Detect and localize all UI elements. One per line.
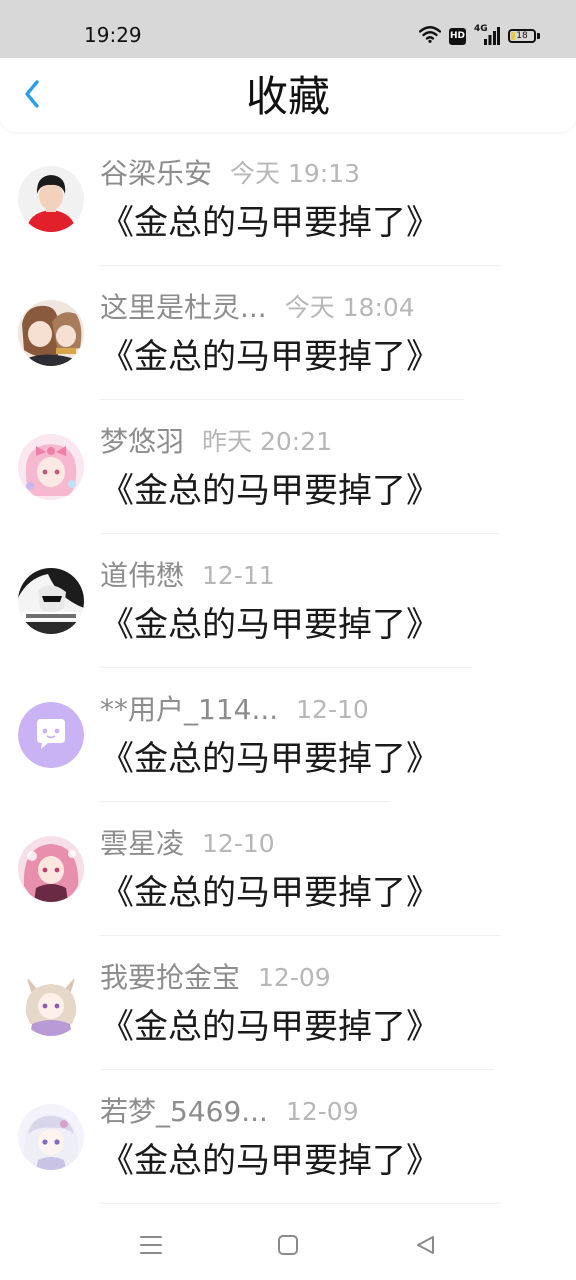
book-title[interactable]: 《金总的马甲要掉了》 (100, 604, 440, 646)
status-bar: 19:29 HD 4G 18 (0, 0, 576, 58)
nickname: **用户_114... (100, 693, 279, 726)
timestamp: 今天 18:04 (284, 293, 415, 322)
avatar[interactable] (18, 434, 84, 500)
item-meta: 谷梁乐安 今天 19:13 (100, 156, 360, 192)
book-title[interactable]: 《金总的马甲要掉了》 (100, 872, 440, 914)
favorites-list: 谷梁乐安 今天 19:13 《金总的马甲要掉了》 这里是杜灵... 今天 18:… (0, 132, 576, 1204)
signal-icon: 4G (474, 24, 500, 46)
book-title[interactable]: 《金总的马甲要掉了》 (100, 1006, 440, 1048)
item-meta: 梦悠羽 昨天 20:21 (100, 424, 332, 460)
battery-level: 18 (516, 31, 528, 41)
avatar[interactable] (18, 166, 84, 232)
navigation-bar (0, 1214, 576, 1280)
item-meta: **用户_114... 12-10 (100, 692, 369, 728)
header: 收藏 (0, 58, 576, 132)
wifi-icon (418, 25, 442, 47)
status-time: 19:29 (84, 23, 142, 47)
menu-button[interactable] (136, 1232, 166, 1262)
avatar[interactable] (18, 300, 84, 366)
list-item[interactable]: **用户_114... 12-10 《金总的马甲要掉了》 (0, 668, 576, 802)
avatar[interactable] (18, 836, 84, 902)
list-item[interactable]: 若梦_5469... 12-09 《金总的马甲要掉了》 (0, 1070, 576, 1204)
item-meta: 雲星凌 12-10 (100, 826, 275, 862)
list-item[interactable]: 谷梁乐安 今天 19:13 《金总的马甲要掉了》 (0, 132, 576, 266)
battery-fill (511, 32, 515, 40)
list-item[interactable]: 道伟懋 12-11 《金总的马甲要掉了》 (0, 534, 576, 668)
nickname: 谷梁乐安 (100, 157, 213, 190)
list-item[interactable]: 我要抢金宝 12-09 《金总的马甲要掉了》 (0, 936, 576, 1070)
book-title[interactable]: 《金总的马甲要掉了》 (100, 1140, 440, 1182)
nickname: 梦悠羽 (100, 425, 185, 458)
item-meta: 若梦_5469... 12-09 (100, 1094, 359, 1130)
home-button[interactable] (273, 1232, 303, 1262)
book-title[interactable]: 《金总的马甲要掉了》 (100, 202, 440, 244)
home-square-icon (277, 1234, 299, 1260)
book-title[interactable]: 《金总的马甲要掉了》 (100, 470, 440, 512)
book-title[interactable]: 《金总的马甲要掉了》 (100, 336, 440, 378)
timestamp: 12-09 (285, 1097, 359, 1126)
nickname: 这里是杜灵... (100, 291, 267, 324)
avatar[interactable] (18, 702, 84, 768)
item-meta: 我要抢金宝 12-09 (100, 960, 331, 996)
battery-icon: 18 (508, 29, 536, 43)
list-item[interactable]: 雲星凌 12-10 《金总的马甲要掉了》 (0, 802, 576, 936)
battery-tip (537, 33, 540, 39)
hd-icon: HD (449, 27, 466, 45)
status-icons: HD 4G 18 (418, 24, 540, 48)
back-triangle-icon (414, 1234, 436, 1260)
timestamp: 12-11 (202, 561, 275, 590)
nickname: 若梦_5469... (100, 1095, 268, 1128)
timestamp: 12-10 (296, 695, 369, 724)
page-title: 收藏 (245, 72, 330, 121)
item-meta: 道伟懋 12-11 (100, 558, 275, 594)
timestamp: 12-09 (258, 963, 331, 992)
nickname: 我要抢金宝 (100, 961, 241, 994)
list-item[interactable]: 梦悠羽 昨天 20:21 《金总的马甲要掉了》 (0, 400, 576, 534)
favorites-screen: 19:29 HD 4G 18 收藏 谷梁乐安 今天 19:13 《金总的马甲要掉… (0, 0, 576, 1280)
timestamp: 12-10 (202, 829, 275, 858)
timestamp: 今天 19:13 (230, 159, 361, 188)
nickname: 道伟懋 (100, 559, 185, 592)
avatar[interactable] (18, 970, 84, 1036)
avatar[interactable] (18, 1104, 84, 1170)
menu-icon (139, 1234, 163, 1260)
book-title[interactable]: 《金总的马甲要掉了》 (100, 738, 440, 780)
avatar[interactable] (18, 568, 84, 634)
nickname: 雲星凌 (100, 827, 185, 860)
system-back-button[interactable] (410, 1232, 440, 1262)
divider (100, 1203, 500, 1204)
timestamp: 昨天 20:21 (202, 427, 333, 456)
list-item[interactable]: 这里是杜灵... 今天 18:04 《金总的马甲要掉了》 (0, 266, 576, 400)
item-meta: 这里是杜灵... 今天 18:04 (100, 290, 415, 326)
